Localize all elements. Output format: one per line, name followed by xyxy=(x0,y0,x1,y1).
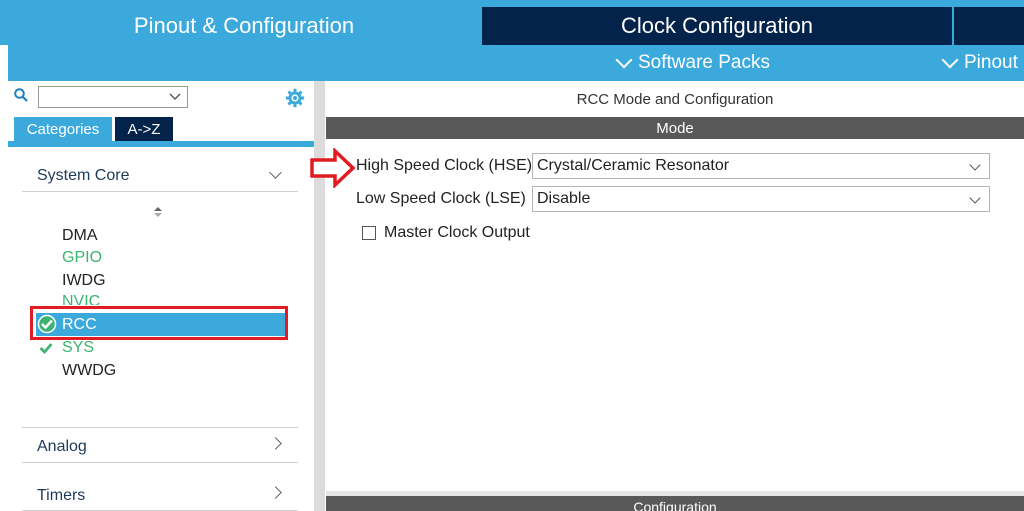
divider xyxy=(22,427,298,428)
tab-more[interactable] xyxy=(954,7,1024,45)
hse-select[interactable]: Crystal/Ceramic Resonator xyxy=(532,153,990,179)
category-label: Analog xyxy=(37,438,87,455)
sub-menu-bar xyxy=(0,45,1024,81)
panel-title: RCC Mode and Configuration xyxy=(576,90,774,108)
panel-splitter[interactable] xyxy=(314,81,325,511)
list-item-sys[interactable]: SYS xyxy=(62,339,94,357)
list-item-nvic[interactable]: NVIC xyxy=(62,293,100,305)
gear-icon[interactable] xyxy=(285,88,305,108)
list-item-iwdg[interactable]: IWDG xyxy=(62,272,106,290)
software-packs-label: Software Packs xyxy=(638,52,770,73)
category-analog[interactable]: Analog xyxy=(22,432,298,462)
sort-icon[interactable] xyxy=(153,206,163,218)
category-system-core[interactable]: System Core xyxy=(22,161,298,191)
arrow-annotation-icon xyxy=(310,148,356,188)
mode-header: Mode xyxy=(326,117,1024,139)
category-label: System Core xyxy=(37,167,130,184)
tab-pinout-configuration[interactable]: Pinout & Configuration xyxy=(8,7,480,45)
pinout-menu-label: Pinout xyxy=(964,52,1018,73)
list-item-wwdg[interactable]: WWDG xyxy=(62,362,116,380)
software-packs-menu[interactable]: Software Packs xyxy=(615,45,770,81)
master-clock-label: Master Clock Output xyxy=(384,224,530,241)
check-icon xyxy=(39,343,53,355)
chevron-right-icon xyxy=(269,486,282,499)
chevron-down-icon xyxy=(941,51,959,69)
tab-clock-configuration[interactable]: Clock Configuration xyxy=(482,7,952,45)
configuration-header: Configuration xyxy=(326,496,1024,511)
master-clock-checkbox[interactable] xyxy=(362,226,376,240)
category-label: Timers xyxy=(37,487,86,504)
chevron-down-icon xyxy=(269,166,282,179)
lse-value: Disable xyxy=(537,190,591,207)
divider xyxy=(22,462,298,463)
hse-label: High Speed Clock (HSE) xyxy=(356,157,533,174)
hse-value: Crystal/Ceramic Resonator xyxy=(537,157,730,174)
chevron-down-icon xyxy=(969,192,981,204)
lse-label: Low Speed Clock (LSE) xyxy=(356,190,526,207)
sub-menu-strip xyxy=(0,45,8,81)
chevron-down-icon[interactable] xyxy=(168,90,182,104)
tab-categories[interactable]: Categories xyxy=(14,117,112,141)
configuration-header-label: Configuration xyxy=(633,499,717,511)
search-input[interactable] xyxy=(38,86,188,108)
chevron-down-icon xyxy=(615,51,633,69)
search-icon[interactable] xyxy=(14,88,28,102)
category-timers[interactable]: Timers xyxy=(22,481,298,511)
pinout-menu[interactable]: Pinout xyxy=(941,45,1018,81)
tab-a-z[interactable]: A->Z xyxy=(115,117,173,141)
chevron-down-icon xyxy=(969,159,981,171)
chevron-right-icon xyxy=(269,437,282,450)
divider xyxy=(22,191,298,192)
list-item-dma[interactable]: DMA xyxy=(62,227,98,245)
highlight-box xyxy=(30,306,288,340)
lse-select[interactable]: Disable xyxy=(532,186,990,212)
list-item-gpio[interactable]: GPIO xyxy=(62,249,102,267)
tab-underline xyxy=(8,141,314,147)
